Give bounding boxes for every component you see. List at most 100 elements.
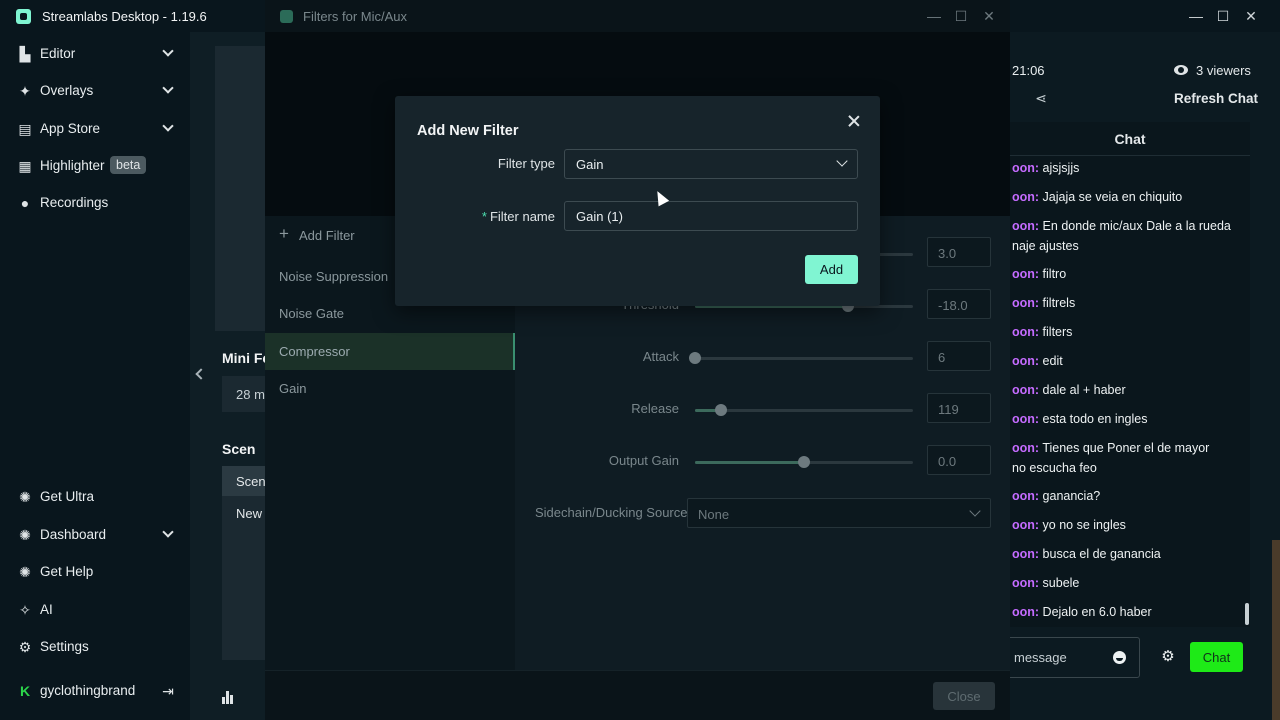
chat-username[interactable]: oon: (1012, 547, 1039, 561)
filters-titlebar: Filters for Mic/Aux — ☐ ✕ (265, 0, 1010, 32)
chat-text: dale al + haber (1039, 383, 1126, 397)
ai-icon: ✧ (19, 602, 31, 618)
chat-text: edit (1039, 354, 1063, 368)
chat-username[interactable]: oon: (1012, 296, 1039, 310)
chat-username[interactable]: oon: (1012, 605, 1039, 619)
add-filter-modal: Add New Filter Filter type Gain * Filter … (395, 96, 880, 306)
chat-username[interactable]: oon: (1012, 267, 1039, 281)
scene-item[interactable]: New (236, 506, 262, 521)
filter-name-label: Filter name (489, 209, 555, 224)
maximize-icon[interactable]: ☐ (1213, 6, 1233, 26)
stats-icon[interactable] (222, 690, 234, 704)
filter-type-select[interactable]: Gain (564, 149, 858, 179)
sidechain-select[interactable]: None (687, 498, 991, 528)
chat-message: oon: filters (1012, 322, 1242, 342)
close-icon[interactable] (846, 113, 862, 129)
slider-knob[interactable] (689, 352, 701, 364)
chat-username[interactable]: oon: (1012, 383, 1039, 397)
slider-track[interactable] (689, 352, 913, 364)
filter-item[interactable]: Gain (265, 370, 515, 407)
chat-username[interactable]: oon: (1012, 441, 1039, 455)
param-value-input[interactable]: 6 (927, 341, 991, 371)
add-filter-button[interactable]: Add Filter (299, 228, 355, 243)
minimize-icon[interactable]: — (924, 6, 944, 26)
scenes-header[interactable]: Scen (222, 466, 265, 496)
chat-text: filtrels (1039, 296, 1076, 310)
chat-username[interactable]: oon: (1012, 489, 1039, 503)
highlighter-icon: ▦ (18, 158, 32, 174)
param-value-input[interactable]: -18.0 (927, 289, 991, 319)
chat-message: oon: Tienes que Poner el de mayor no escu… (1012, 438, 1242, 478)
share-icon[interactable]: ⋖ (1033, 90, 1049, 106)
logout-icon[interactable]: ⇥ (160, 683, 176, 699)
slider-track[interactable] (695, 404, 913, 416)
chat-username[interactable]: oon: (1012, 325, 1039, 339)
filter-name-input[interactable]: Gain (1) (564, 201, 858, 231)
sidebar-item-label: Get Ultra (40, 489, 95, 504)
close-icon[interactable]: ✕ (979, 6, 999, 26)
sidebar-item-get-ultra[interactable]: ✺ Get Ultra (0, 482, 190, 512)
chevron-down-icon (160, 120, 176, 136)
refresh-chat-button[interactable]: Refresh Chat (1174, 91, 1258, 106)
chat-scrollbar[interactable] (1245, 603, 1249, 625)
maximize-icon[interactable]: ☐ (951, 6, 971, 26)
sidebar-item-highlighter[interactable]: ▦ Highlighter beta (0, 151, 190, 181)
sidebar-item-label: Highlighter (40, 158, 105, 173)
chat-send-button[interactable]: Chat (1190, 642, 1243, 672)
sidebar-item-label: App Store (40, 121, 101, 136)
chat-username[interactable]: oon: (1012, 354, 1039, 368)
filter-item-active[interactable]: Compressor (265, 333, 515, 370)
account-row[interactable]: K gyclothingbrand ⇥ (0, 676, 190, 706)
close-button[interactable]: Close (933, 682, 995, 710)
background-edge (1272, 540, 1280, 720)
sidebar-item-app-store[interactable]: ▤ App Store (0, 114, 190, 144)
editor-icon: ▙ (19, 46, 31, 62)
chat-username[interactable]: oon: (1012, 412, 1039, 426)
chat-message: oon: En donde mic/aux Dale a la rueda naj… (1012, 216, 1242, 256)
add-button[interactable]: Add (805, 255, 858, 284)
filters-footer (265, 670, 1010, 720)
sidebar-item-editor[interactable]: ▙ Editor (0, 39, 190, 69)
chat-text: esta todo en ingles (1039, 412, 1148, 426)
close-icon[interactable]: ✕ (1241, 6, 1261, 26)
sidebar-item-label: Get Help (40, 564, 94, 579)
scenes-title[interactable]: Scen (222, 441, 265, 457)
recordings-icon: ● (20, 195, 30, 211)
sidebar-item-dashboard[interactable]: ✺ Dashboard (0, 520, 190, 550)
gear-icon[interactable]: ⚙ (1160, 649, 1176, 665)
chat-message: oon: Dejalo en 6.0 haber (1012, 602, 1242, 622)
param-value-input[interactable]: 119 (927, 393, 991, 423)
chat-username[interactable]: oon: (1012, 190, 1039, 204)
sidebar-item-settings[interactable]: ⚙ Settings (0, 632, 190, 662)
minimize-icon[interactable]: — (1186, 6, 1206, 26)
chat-message: oon: yo no se ingles (1012, 515, 1242, 535)
chat-text: busca el de ganancia (1039, 547, 1161, 561)
chat-username[interactable]: oon: (1012, 219, 1039, 233)
sidebar-item-get-help[interactable]: ✺ Get Help (0, 557, 190, 587)
plus-icon: + (279, 224, 289, 243)
chat-text: En donde mic/aux Dale a la rueda (1039, 219, 1231, 233)
chat-username[interactable]: oon: (1012, 161, 1039, 175)
sidebar-item-recordings[interactable]: ● Recordings (0, 188, 190, 218)
param-value-input[interactable]: 0.0 (927, 445, 991, 475)
chat-message: oon: subele (1012, 573, 1242, 593)
param-label: Output Gain (608, 453, 679, 468)
param-value-input[interactable]: 3.0 (927, 237, 991, 267)
chat-text: naje ajustes (1012, 239, 1079, 253)
help-icon: ✺ (19, 564, 31, 580)
chat-username[interactable]: oon: (1012, 518, 1039, 532)
chat-text: Dejalo en 6.0 haber (1039, 605, 1152, 619)
chat-username[interactable]: oon: (1012, 576, 1039, 590)
chevron-left-icon[interactable] (193, 366, 205, 382)
sidebar: ▙ Editor ✦ Overlays ▤ App Store ▦ Highli… (0, 32, 190, 720)
sidebar-item-ai[interactable]: ✧ AI (0, 595, 190, 625)
slider-knob[interactable] (798, 456, 810, 468)
emoji-icon[interactable] (1113, 651, 1126, 664)
filter-type-label: Filter type (497, 156, 555, 171)
kick-logo-icon: K (19, 683, 31, 699)
sidebar-item-overlays[interactable]: ✦ Overlays (0, 76, 190, 106)
chat-text: ganancia? (1039, 489, 1101, 503)
sidebar-item-label: Overlays (40, 83, 94, 98)
slider-track[interactable] (695, 456, 913, 468)
streamlabs-logo-icon (16, 9, 31, 24)
